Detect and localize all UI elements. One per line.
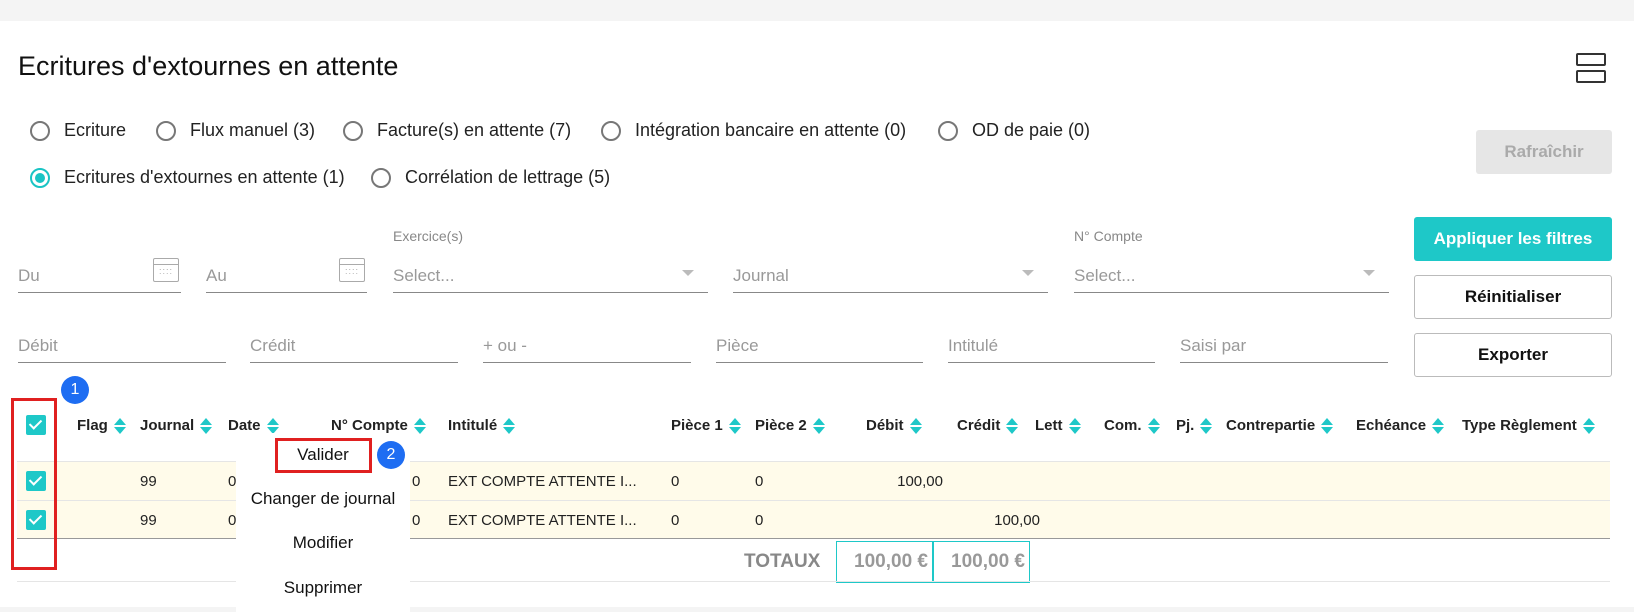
debit-field[interactable]: Débit <box>18 329 226 363</box>
tab-ecriture[interactable]: Ecriture <box>30 120 126 141</box>
exercice-select[interactable]: Select... <box>393 259 708 293</box>
calendar-icon[interactable] <box>153 258 179 282</box>
sort-icon <box>266 417 279 434</box>
col-lett[interactable]: Lett <box>1035 417 1081 434</box>
tab-integration-bancaire[interactable]: Intégration bancaire en attente (0) <box>601 120 906 141</box>
totals-label: TOTAUX <box>744 551 821 572</box>
exercice-label: Exercice(s) <box>393 228 464 244</box>
chevron-down-icon <box>1022 270 1034 276</box>
sort-icon <box>812 417 825 434</box>
sort-icon <box>1321 417 1334 434</box>
col-debit[interactable]: Débit <box>866 417 922 434</box>
apply-filters-button[interactable]: Appliquer les filtres <box>1414 217 1612 261</box>
col-piece2[interactable]: Pièce 2 <box>755 417 825 434</box>
tab-factures-attente[interactable]: Facture(s) en attente (7) <box>343 120 571 141</box>
step-badge-1: 1 <box>61 376 89 404</box>
sort-icon <box>1582 417 1595 434</box>
chevron-down-icon <box>682 270 694 276</box>
saisi-par-field[interactable]: Saisi par <box>1180 329 1388 363</box>
chevron-down-icon <box>1363 270 1375 276</box>
piece-field[interactable]: Pièce <box>716 329 923 363</box>
date-to-field[interactable]: Au <box>206 258 367 293</box>
col-echeance[interactable]: Echéance <box>1356 417 1445 434</box>
radio-icon <box>601 120 621 141</box>
tab-ecritures-extournes[interactable]: Ecritures d'extournes en attente (1) <box>30 167 345 188</box>
radio-icon <box>156 120 176 141</box>
total-credit: 100,00 € <box>933 541 1030 583</box>
sort-icon <box>728 417 741 434</box>
sort-icon <box>1006 417 1019 434</box>
menu-item-supprimer[interactable]: Supprimer <box>236 578 410 598</box>
sort-icon <box>503 417 516 434</box>
credit-field[interactable]: Crédit <box>250 329 458 363</box>
radio-icon <box>30 167 50 188</box>
highlight-checkboxes <box>11 398 57 570</box>
sort-icon <box>1432 417 1445 434</box>
compte-select[interactable]: Select... <box>1074 259 1389 293</box>
tab-correlation-lettrage[interactable]: Corrélation de lettrage (5) <box>371 167 610 188</box>
sort-icon <box>1068 417 1081 434</box>
col-credit[interactable]: Crédit <box>957 417 1019 434</box>
tab-od-paie[interactable]: OD de paie (0) <box>938 120 1090 141</box>
plus-minus-field[interactable]: + ou - <box>483 329 691 363</box>
export-button[interactable]: Exporter <box>1414 333 1612 377</box>
radio-icon <box>343 120 363 141</box>
col-flag[interactable]: Flag <box>77 417 126 434</box>
sort-icon <box>909 417 922 434</box>
highlight-valider <box>275 438 372 473</box>
step-badge-2: 2 <box>377 441 405 469</box>
intitule-field[interactable]: Intitulé <box>948 329 1155 363</box>
col-com[interactable]: Com. <box>1104 417 1160 434</box>
sort-icon <box>413 417 426 434</box>
sort-icon <box>1200 417 1213 434</box>
radio-icon <box>371 167 391 188</box>
total-debit: 100,00 € <box>836 541 933 583</box>
col-compte[interactable]: N° Compte <box>331 417 426 434</box>
col-contrepartie[interactable]: Contrepartie <box>1226 417 1334 434</box>
col-intitule[interactable]: Intitulé <box>448 417 516 434</box>
tab-flux-manuel[interactable]: Flux manuel (3) <box>156 120 315 141</box>
menu-item-changer-journal[interactable]: Changer de journal <box>236 489 410 509</box>
menu-item-modifier[interactable]: Modifier <box>236 533 410 553</box>
sort-icon <box>1147 417 1160 434</box>
calendar-icon[interactable] <box>339 258 365 282</box>
journal-select[interactable]: Journal <box>733 259 1048 293</box>
page-title: Ecritures d'extournes en attente <box>18 51 399 81</box>
sort-icon <box>200 417 213 434</box>
refresh-button[interactable]: Rafraîchir <box>1476 130 1612 174</box>
col-date[interactable]: Date <box>228 417 279 434</box>
col-pj[interactable]: Pj. <box>1176 417 1213 434</box>
radio-icon <box>938 120 958 141</box>
reset-button[interactable]: Réinitialiser <box>1414 275 1612 319</box>
col-journal[interactable]: Journal <box>140 417 213 434</box>
sort-icon <box>113 417 126 434</box>
col-type-reglement[interactable]: Type Règlement <box>1462 417 1595 434</box>
radio-icon <box>30 120 50 141</box>
date-from-field[interactable]: Du <box>18 258 181 293</box>
compte-label: N° Compte <box>1074 228 1143 244</box>
col-piece1[interactable]: Pièce 1 <box>671 417 741 434</box>
layout-toggle-icon[interactable] <box>1576 53 1606 83</box>
